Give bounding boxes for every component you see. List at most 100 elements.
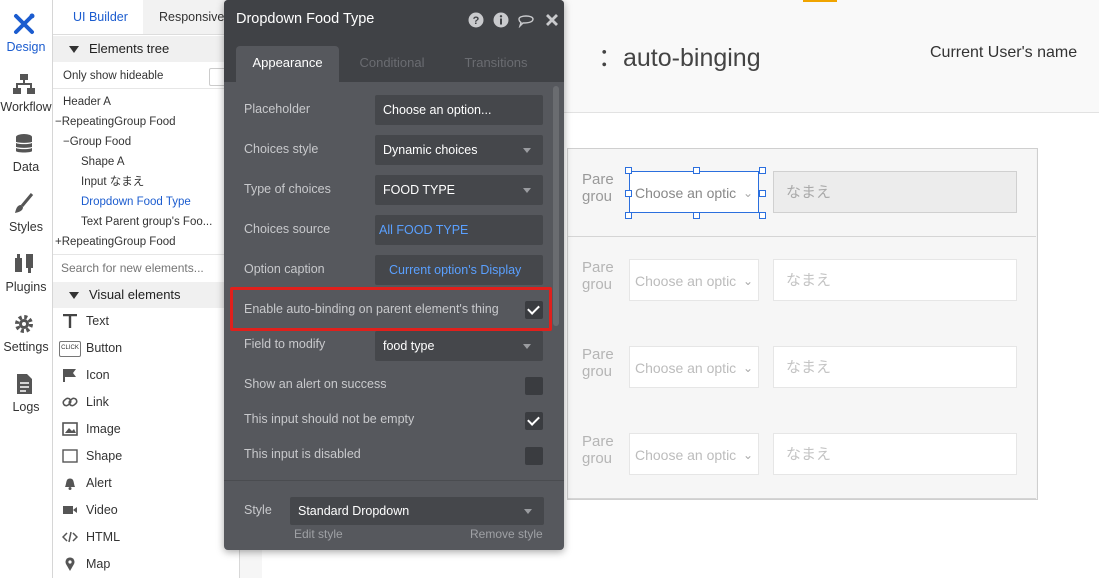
choices-style-select[interactable]: Dynamic choices <box>375 135 543 165</box>
comment-icon[interactable] <box>517 12 535 28</box>
group-food-cell[interactable]: Pare grou Choose an optic ⌄ なまえ <box>568 149 1036 237</box>
group-food-cell: Pare grou Choose an optic ⌄ なまえ <box>568 237 1036 325</box>
resize-handle[interactable] <box>759 190 766 197</box>
resize-handle[interactable] <box>625 212 632 219</box>
visual-item-label: Image <box>86 422 121 436</box>
editor-scrollbar[interactable] <box>553 86 559 326</box>
choices-source-field[interactable]: All FOOD TYPE <box>375 215 543 245</box>
not-empty-label: This input should not be empty <box>244 412 415 426</box>
collapse-triangle-icon <box>69 292 79 299</box>
property-editor: Dropdown Food Type ? Appearance Conditio… <box>224 0 564 550</box>
resize-handle[interactable] <box>625 190 632 197</box>
rail-plugins[interactable]: Plugins <box>0 240 52 300</box>
divider <box>224 480 564 481</box>
visual-item-text[interactable]: Text <box>53 308 239 334</box>
visual-item-video[interactable]: Video <box>53 497 239 523</box>
tree-item-repeatinggroup-food-2[interactable]: +RepeatingGroup Food <box>53 232 239 252</box>
dropdown-placeholder: Choose an optic <box>635 273 737 289</box>
auto-binding-highlight-box <box>230 287 552 331</box>
visual-item-label: Icon <box>86 368 110 382</box>
visual-item-button[interactable]: CLICK Button <box>53 335 239 361</box>
visual-item-label: Button <box>86 341 123 355</box>
dropdown-food-type: Choose an optic ⌄ <box>629 346 759 388</box>
button-icon: CLICK <box>59 341 81 357</box>
resize-handle[interactable] <box>759 212 766 219</box>
help-icon[interactable]: ? <box>468 12 484 28</box>
field-to-modify-select[interactable]: food type <box>375 331 543 361</box>
rail-data-label: Data <box>12 160 40 174</box>
visual-item-image[interactable]: Image <box>53 416 239 442</box>
visual-item-shape[interactable]: Shape <box>53 443 239 469</box>
chevron-down-icon: ⌄ <box>742 274 753 288</box>
group-food-cell: Pare grou Choose an optic ⌄ なまえ <box>568 324 1036 412</box>
rail-settings-label: Settings <box>3 340 49 354</box>
close-icon[interactable] <box>544 12 560 28</box>
rail-settings[interactable]: Settings <box>0 300 52 360</box>
visual-item-label: Text <box>86 314 109 328</box>
placeholder-field[interactable]: Choose an option... <box>375 95 543 125</box>
resize-handle[interactable] <box>693 167 700 174</box>
tab-conditional[interactable]: Conditional <box>342 46 442 82</box>
elements-panel: UI Builder Responsive Elements tree Only… <box>53 0 240 578</box>
tree-item-repeatinggroup-food[interactable]: −RepeatingGroup Food <box>53 112 239 132</box>
tree-item-header-a[interactable]: Header A <box>53 92 239 112</box>
resize-handle[interactable] <box>625 167 632 174</box>
input-namae: なまえ <box>773 433 1017 475</box>
tree-item-shape-a[interactable]: Shape A <box>53 152 239 172</box>
rail-design-label: Design <box>6 40 46 54</box>
visual-item-alert[interactable]: Alert <box>53 470 239 496</box>
visual-item-map[interactable]: Map <box>53 551 239 577</box>
tree-item-dropdown-food-type[interactable]: Dropdown Food Type <box>53 192 239 212</box>
tab-ui-builder[interactable]: UI Builder <box>53 0 143 34</box>
tree-item-text-parent[interactable]: Text Parent group's Foo... <box>53 212 239 232</box>
current-user-name[interactable]: Current User's name <box>930 44 1077 62</box>
divider <box>53 88 239 89</box>
tab-appearance[interactable]: Appearance <box>236 46 339 82</box>
edit-style-link[interactable]: Edit style <box>294 527 343 541</box>
dropdown-food-type[interactable]: Choose an optic ⌄ <box>629 171 759 213</box>
visual-item-label: Map <box>86 557 111 571</box>
type-of-choices-select[interactable]: FOOD TYPE <box>375 175 543 205</box>
style-select[interactable]: Standard Dropdown <box>290 497 544 525</box>
caret-down-icon <box>524 509 532 514</box>
remove-style-link[interactable]: Remove style <box>470 527 543 541</box>
rail-styles[interactable]: Styles <box>0 180 52 240</box>
tab-transitions[interactable]: Transitions <box>446 46 546 82</box>
elements-tree-header[interactable]: Elements tree <box>53 36 239 62</box>
tree-item-input[interactable]: Input なまえ <box>53 172 239 192</box>
parent-group-text: Pare grou <box>582 171 614 205</box>
resize-handle[interactable] <box>759 167 766 174</box>
rail-workflow[interactable]: Workflow <box>0 60 52 120</box>
option-caption-field[interactable]: Current option's Display <box>375 255 543 285</box>
input-disabled-checkbox[interactable] <box>525 447 543 465</box>
dropdown-placeholder: Choose an optic <box>635 447 737 463</box>
editor-tabs: Appearance Conditional Transitions <box>224 40 564 82</box>
bell-icon <box>65 478 75 490</box>
tree-item-group-food[interactable]: −Group Food <box>53 132 239 152</box>
chevron-down-icon: ⌄ <box>742 448 753 462</box>
search-elements-input[interactable] <box>59 256 239 280</box>
field-to-modify-label: Field to modify <box>244 337 326 351</box>
rail-logs[interactable]: Logs <box>0 360 52 420</box>
rail-workflow-label: Workflow <box>0 100 52 114</box>
dropdown-food-type: Choose an optic ⌄ <box>629 259 759 301</box>
visual-item-html[interactable]: HTML <box>53 524 239 550</box>
alert-on-success-checkbox[interactable] <box>525 377 543 395</box>
resize-handle[interactable] <box>693 212 700 219</box>
rail-design[interactable]: Design <box>0 0 52 60</box>
editor-header[interactable]: Dropdown Food Type ? <box>224 0 564 40</box>
elements-tree-title: Elements tree <box>89 41 170 56</box>
input-disabled-label: This input is disabled <box>244 447 361 461</box>
info-icon[interactable] <box>493 12 509 28</box>
type-of-choices-value: FOOD TYPE <box>383 183 456 197</box>
visual-item-link[interactable]: Link <box>53 389 239 415</box>
dropdown-placeholder: Choose an optic <box>635 360 737 376</box>
visual-elements-header[interactable]: Visual elements <box>53 282 239 308</box>
input-namae[interactable]: なまえ <box>773 171 1017 213</box>
not-empty-checkbox[interactable] <box>525 412 543 430</box>
type-of-choices-label: Type of choices <box>244 182 331 196</box>
caret-down-icon <box>523 148 531 153</box>
group-food-cell: Pare grou Choose an optic ⌄ なまえ <box>568 411 1036 499</box>
visual-item-icon[interactable]: Icon <box>53 362 239 388</box>
rail-data[interactable]: Data <box>0 120 52 180</box>
